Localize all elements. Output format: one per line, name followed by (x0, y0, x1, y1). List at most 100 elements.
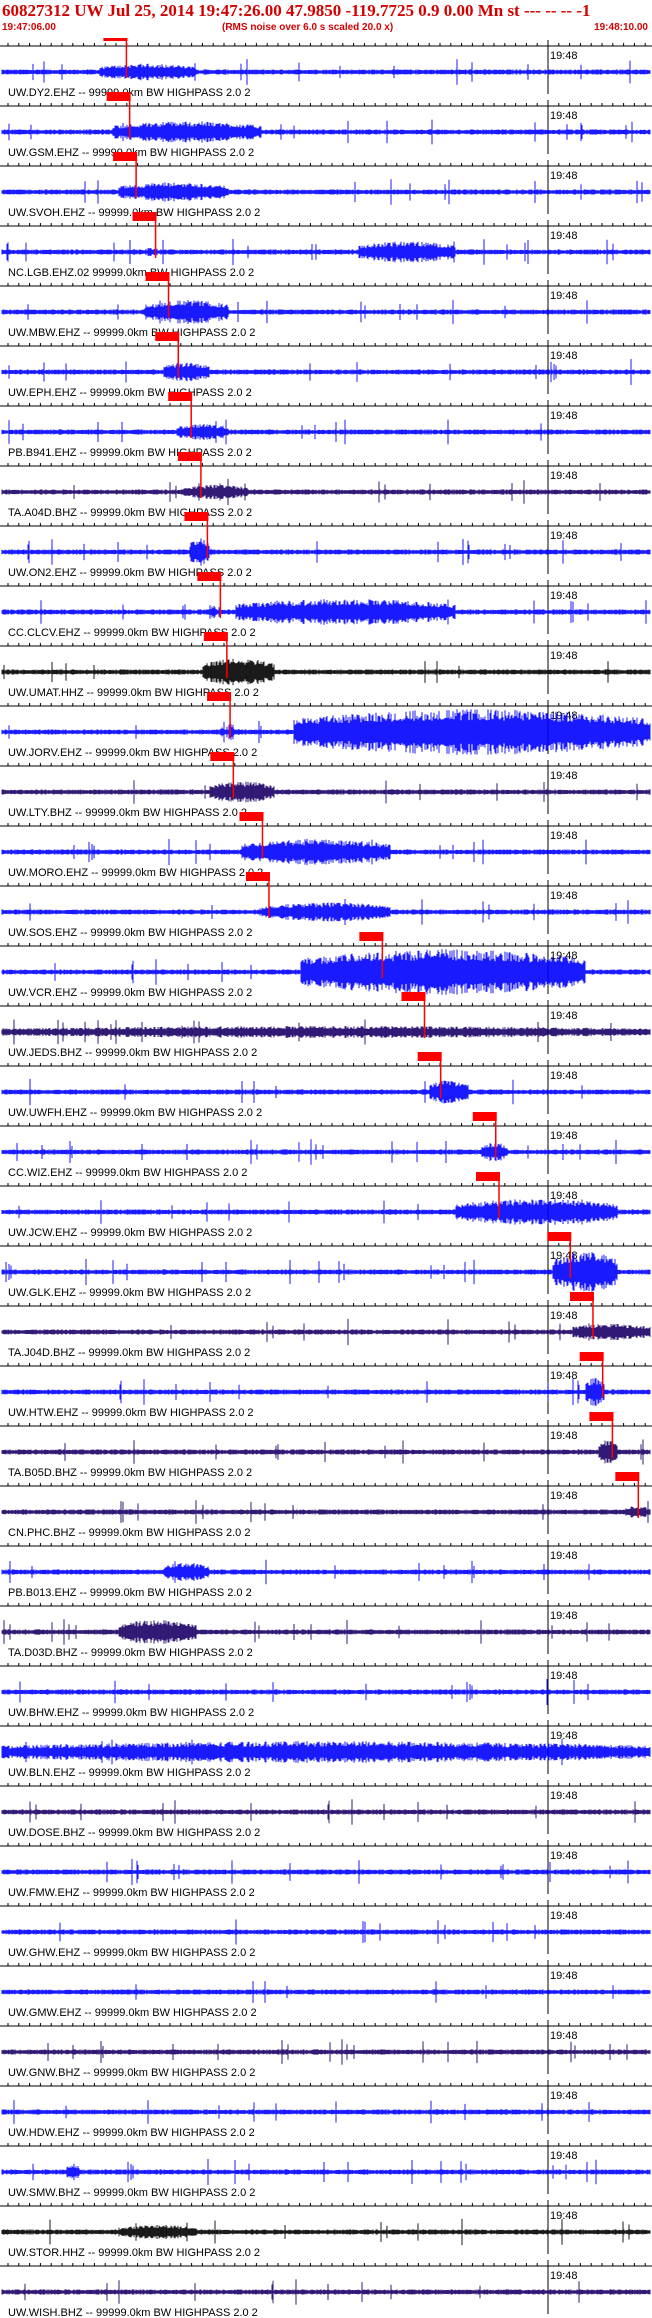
trace-row: 19:48UW.JORV.EHZ -- 99999.0km BW HIGHPAS… (0, 692, 652, 759)
end-time-label: 19:48:10.00 (594, 22, 648, 33)
minute-tick-label: 19:48 (550, 110, 578, 122)
minute-tick-label: 19:48 (550, 350, 578, 362)
waveform (1, 658, 651, 686)
waveform (1, 1019, 651, 1045)
pick-flag (168, 392, 193, 401)
waveform (1, 2159, 651, 2185)
trace-row: 19:48 TA.A04D.BHZ -- 99999.0km BW HIGHPAS… (0, 452, 652, 519)
channel-label: UW.BHW.EHZ -- 99999.0km BW HIGHPASS 2.0 … (8, 1707, 254, 1719)
waveform (1, 1679, 651, 1705)
channel-label: UW.DOSE.BHZ -- 99999.0km BW HIGHPASS 2.0… (8, 1827, 260, 1839)
minute-tick-label: 19:48 (550, 1970, 578, 1982)
pick-flag (155, 332, 180, 341)
trace-row: 19:48 UW.JCW.EHZ -- 99999.0km BW HIGHPASS… (0, 1172, 652, 1239)
waveform (1, 780, 651, 804)
channel-label: TA.D03D.BHZ -- 99999.0km BW HIGHPASS 2.0… (8, 1647, 253, 1659)
waveform (1, 599, 651, 625)
channel-label: UW.GLK.EHZ -- 99999.0km BW HIGHPASS 2.0 … (8, 1287, 251, 1299)
channel-label: UW.GHW.EHZ -- 99999.0km BW HIGHPASS 2.0 … (8, 1947, 255, 1959)
waveform (1, 1799, 651, 1825)
channel-label: TA.J04D.BHZ -- 99999.0km BW HIGHPASS 2.0… (8, 1347, 250, 1359)
pick-flag (245, 872, 270, 881)
pick-flag (106, 92, 131, 101)
waveform (1, 538, 651, 566)
pick-flag (615, 1472, 640, 1481)
noise-scale-note: (RMS noise over 6.0 s scaled 20.0 x) (222, 22, 394, 33)
trace-row: 19:48 TA.B05D.BHZ -- 99999.0km BW HIGHPAS… (0, 1412, 652, 1479)
minute-tick-label: 19:48 (550, 2270, 578, 2282)
waveform (1, 1078, 651, 1106)
waveform (1, 2218, 651, 2246)
channel-label: UW.MORO.EHZ -- 99999.0km BW HIGHPASS 2.0… (8, 867, 263, 879)
minute-tick-label: 19:48 (550, 1130, 578, 1142)
channel-label: UW.VCR.EHZ -- 99999.0km BW HIGHPASS 2.0 … (8, 987, 252, 999)
trace-row: 19:48UW.GLK.EHZ -- 99999.0km BW HIGHPASS… (0, 1232, 652, 1299)
minute-tick-label: 19:48 (550, 590, 578, 602)
trace-row: 19:48 UW.BLN.EHZ -- 99999.0km BW HIGHPASS… (0, 1720, 652, 1779)
channel-label: UW.JCW.EHZ -- 99999.0km BW HIGHPASS 2.0 … (8, 1227, 252, 1239)
trace-row: 19:48 UW.UWFH.EHZ -- 99999.0km BW HIGHPAS… (0, 1052, 652, 1119)
channel-label: NC.LGB.EHZ.02 99999.0km BW HIGHPASS 2.0 … (8, 267, 254, 279)
start-time-label: 19:47:06.00 (2, 22, 56, 33)
trace-row: 19:48 UW.MBW.EHZ -- 99999.0km BW HIGHPASS… (0, 272, 652, 339)
channel-label: UW.WISH.BHZ -- 99999.0km BW HIGHPASS 2.0… (8, 2307, 258, 2318)
trace-row: 19:48 UW.GMW.EHZ -- 99999.0km BW HIGHPASS… (0, 1960, 652, 2019)
minute-tick-label: 19:48 (550, 470, 578, 482)
channel-label: UW.EPH.EHZ -- 99999.0km BW HIGHPASS 2.0 … (8, 387, 252, 399)
waveform (1, 1139, 651, 1165)
trace-row: 19:48 PB.B013.EHZ -- 99999.0km BW HIGHPAS… (0, 1540, 652, 1599)
waveform (1, 1559, 651, 1585)
pick-flag (210, 752, 235, 761)
waveform (1, 1318, 651, 1346)
waveform (1, 1378, 651, 1406)
pick-flag (184, 512, 209, 521)
minute-tick-label: 19:48 (550, 1850, 578, 1862)
minute-tick-label: 19:48 (550, 770, 578, 782)
minute-tick-label: 19:48 (550, 2030, 578, 2042)
trace-row: 19:48 UW.LTY.BHZ -- 99999.0km BW HIGHPASS… (0, 752, 652, 819)
pick-flag (103, 38, 128, 41)
trace-row: 19:48UW.GSM.EHZ -- 99999.0km BW HIGHPASS… (0, 92, 652, 159)
minute-tick-label: 19:48 (550, 1070, 578, 1082)
pick-flag (203, 632, 228, 641)
pick-flag (197, 572, 222, 581)
waveform (1, 59, 651, 85)
pick-flag (239, 812, 264, 821)
pick-flag (177, 452, 202, 461)
waveform (1, 1859, 651, 1885)
channel-label: UW.LTY.BHZ -- 99999.0km BW HIGHPASS 2.0 … (8, 807, 247, 819)
channel-label: CN.PHC.BHZ -- 99999.0km BW HIGHPASS 2.0 … (8, 1527, 250, 1539)
trace-row: 19:48 UW.BHW.EHZ -- 99999.0km BW HIGHPASS… (0, 1660, 652, 1719)
seismogram-plot: 19:48UW.DY2.EHZ -- 99999.0km BW HIGHPASS… (0, 38, 652, 2318)
trace-row: 19:48 UW.JEDS.BHZ -- 99999.0km BW HIGHPAS… (0, 992, 652, 1059)
minute-tick-label: 19:48 (550, 890, 578, 902)
trace-row: 19:48 UW.FMW.EHZ -- 99999.0km BW HIGHPASS… (0, 1840, 652, 1899)
channel-label: UW.HTW.EHZ -- 99999.0km BW HIGHPASS 2.0 … (8, 1407, 254, 1419)
trace-row: 19:48 UW.DOSE.BHZ -- 99999.0km BW HIGHPAS… (0, 1780, 652, 1839)
trace-row: 19:48 TA.J04D.BHZ -- 99999.0km BW HIGHPAS… (0, 1292, 652, 1359)
waveform (1, 1738, 651, 1766)
channel-label: UW.SOS.EHZ -- 99999.0km BW HIGHPASS 2.0 … (8, 927, 252, 939)
trace-row: 19:48 TA.D03D.BHZ -- 99999.0km BW HIGHPAS… (0, 1600, 652, 1659)
pick-flag (113, 152, 138, 161)
trace-row: 19:48UW.SVOH.EHZ -- 99999.0km BW HIGHPAS… (0, 152, 652, 219)
channel-label: UW.STOR.HHZ -- 99999.0km BW HIGHPASS 2.0… (8, 2247, 260, 2259)
minute-tick-label: 19:48 (550, 2210, 578, 2222)
trace-row: 19:48UW.HTW.EHZ -- 99999.0km BW HIGHPASS… (0, 1352, 652, 1419)
minute-tick-label: 19:48 (550, 1790, 578, 1802)
pick-flag (417, 1052, 442, 1061)
waveform (1, 898, 651, 926)
waveform (1, 1500, 651, 1524)
pick-flag (207, 692, 232, 701)
trace-row: 19:48 UW.SMW.BHZ -- 99999.0km BW HIGHPASS… (0, 2140, 652, 2199)
minute-tick-label: 19:48 (550, 1730, 578, 1742)
channel-label: UW.FMW.EHZ -- 99999.0km BW HIGHPASS 2.0 … (8, 1887, 255, 1899)
trace-row: 19:48 PB.B941.EHZ -- 99999.0km BW HIGHPAS… (0, 392, 652, 459)
trace-row: 19:48 UW.MORO.EHZ -- 99999.0km BW HIGHPAS… (0, 812, 652, 879)
waveform (1, 478, 651, 506)
minute-tick-label: 19:48 (550, 1670, 578, 1682)
trace-row: 19:48CC.CLCV.EHZ -- 99999.0km BW HIGHPAS… (0, 572, 652, 639)
trace-row: 19:48UW.ON2.EHZ -- 99999.0km BW HIGHPASS… (0, 512, 652, 579)
waveform (1, 1619, 651, 1645)
waveform (1, 179, 651, 205)
